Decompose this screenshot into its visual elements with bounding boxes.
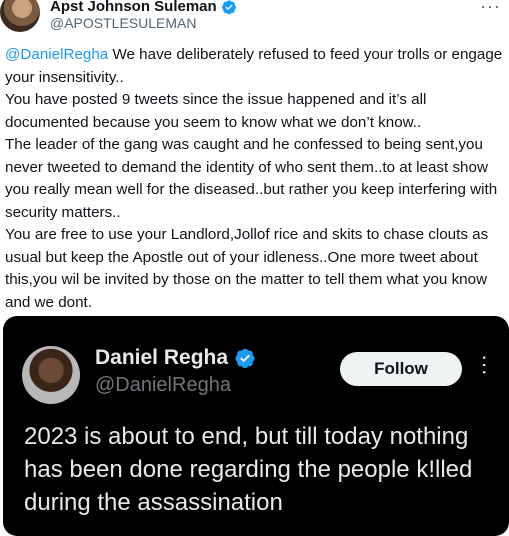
author-handle[interactable]: @APOSTLESULEMAN <box>50 15 196 31</box>
author-avatar[interactable] <box>0 0 40 32</box>
tweet-paragraph-1: @DanielRegha We have deliberately refuse… <box>5 44 507 89</box>
tweet-paragraph-4: You are free to use your Landlord,Jollof… <box>5 226 489 311</box>
quoted-more-icon[interactable]: ··· <box>473 354 498 376</box>
tweet-body: @DanielRegha We have deliberately refuse… <box>5 44 507 314</box>
quoted-display-name[interactable]: Daniel Regha <box>95 346 228 370</box>
verified-badge-icon <box>235 348 255 369</box>
quoted-tweet-text: 2023 is about to end, but till today not… <box>24 423 473 516</box>
tweet-paragraph-3: The leader of the gang was caught and he… <box>5 136 498 221</box>
follow-button[interactable]: Follow <box>340 352 462 386</box>
quoted-avatar[interactable] <box>22 346 80 404</box>
author-name-row: Apst Johnson Suleman <box>50 0 237 15</box>
mention-link[interactable]: @DanielRegha <box>5 46 108 63</box>
verified-badge-icon <box>221 0 236 14</box>
quoted-tweet-card[interactable]: Daniel Regha @DanielRegha Follow ··· 202… <box>3 316 509 536</box>
quoted-name-row: Daniel Regha <box>95 346 256 370</box>
author-display-name[interactable]: Apst Johnson Suleman <box>50 0 217 15</box>
tweet-paragraph-2: You have posted 9 tweets since the issue… <box>5 91 427 131</box>
quoted-handle[interactable]: @DanielRegha <box>95 374 231 397</box>
more-options-icon[interactable]: ··· <box>480 0 501 17</box>
